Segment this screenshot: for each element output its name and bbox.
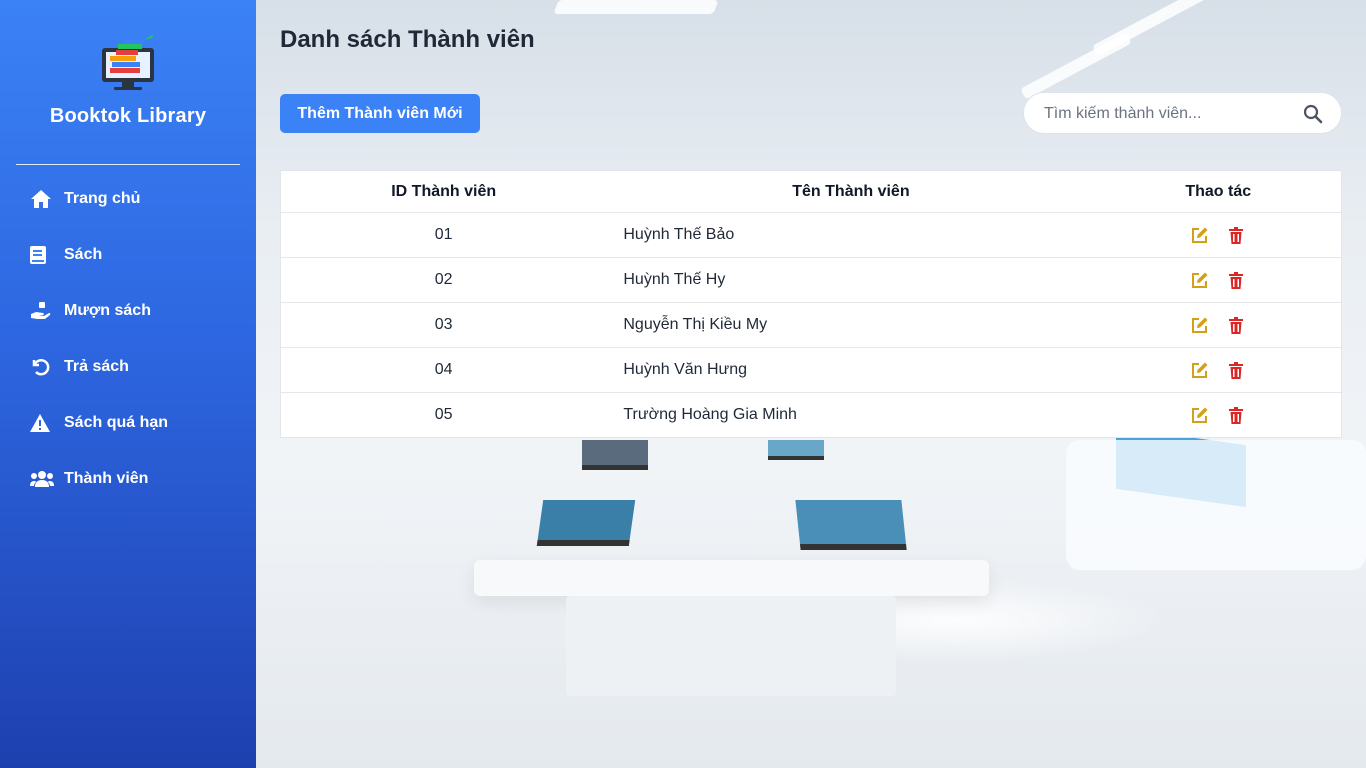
member-id: 04 — [434, 361, 453, 378]
delete-icon[interactable] — [1227, 406, 1245, 424]
member-id: 01 — [434, 226, 453, 243]
book-icon — [30, 245, 54, 265]
delete-icon[interactable] — [1227, 316, 1245, 334]
column-header-actions: Thao tác — [1185, 182, 1252, 200]
sidebar-item-label: Mượn sách — [64, 302, 151, 319]
background-book — [795, 500, 907, 550]
edit-icon[interactable] — [1191, 271, 1209, 289]
sidebar-item-members[interactable]: Thành viên — [0, 451, 256, 507]
sidebar-item-label: Thành viên — [64, 470, 149, 487]
background-book — [768, 440, 824, 460]
sidebar-item-overdue[interactable]: Sách quá hạn — [0, 395, 256, 451]
member-name: Huỳnh Văn Hưng — [623, 361, 748, 378]
delete-icon[interactable] — [1227, 271, 1245, 289]
table-row: 01 Huỳnh Thế Bảo — [281, 212, 1341, 257]
table-row: 02 Huỳnh Thế Hy — [281, 257, 1341, 302]
sidebar-nav: Trang chủ Sách Mượn sách Trả sách Sách q… — [0, 171, 256, 507]
background-table — [474, 560, 989, 596]
logo — [0, 30, 256, 94]
background-table-leg — [566, 596, 896, 696]
edit-icon[interactable] — [1191, 406, 1209, 424]
delete-icon[interactable] — [1227, 226, 1245, 244]
sidebar-item-label: Sách quá hạn — [64, 414, 169, 431]
background-book — [582, 440, 648, 470]
page-title: Danh sách Thành viên — [280, 26, 535, 53]
hand-holding-icon — [30, 301, 54, 321]
add-member-button[interactable]: Thêm Thành viên Mới — [280, 94, 480, 133]
members-table: ID Thành viên Tên Thành viên Thao tác 01… — [280, 170, 1342, 438]
column-header-id: ID Thành viên — [391, 182, 497, 200]
member-name: Huỳnh Thế Bảo — [623, 226, 735, 243]
member-name: Trường Hoàng Gia Minh — [623, 406, 797, 423]
sidebar-item-label: Sách — [64, 246, 103, 263]
sidebar: Booktok Library Trang chủ Sách Mượn sách… — [0, 0, 256, 768]
member-id: 03 — [434, 316, 453, 333]
search-icon[interactable] — [1303, 104, 1323, 124]
library-logo-icon — [102, 34, 154, 90]
background-ceiling-light — [553, 0, 719, 14]
edit-icon[interactable] — [1191, 361, 1209, 379]
table-row: 03 Nguyễn Thị Kiều My — [281, 302, 1341, 347]
sidebar-item-borrow[interactable]: Mượn sách — [0, 283, 256, 339]
background-ceiling-light — [1091, 0, 1231, 57]
main-content: Danh sách Thành viên Thêm Thành viên Mới… — [256, 0, 1366, 768]
home-icon — [30, 189, 54, 209]
table-row: 04 Huỳnh Văn Hưng — [281, 347, 1341, 392]
column-header-name: Tên Thành viên — [792, 182, 910, 200]
member-id: 02 — [434, 271, 453, 288]
warning-icon — [30, 413, 54, 433]
background-desk — [1066, 440, 1366, 570]
member-id: 05 — [434, 406, 453, 423]
brand-name: Booktok Library — [49, 105, 207, 127]
table-header: ID Thành viên Tên Thành viên Thao tác — [281, 171, 1341, 212]
delete-icon[interactable] — [1227, 361, 1245, 379]
member-name: Huỳnh Thế Hy — [623, 271, 726, 288]
search-box — [1023, 92, 1342, 134]
sidebar-item-home[interactable]: Trang chủ — [0, 171, 256, 227]
users-icon — [30, 469, 54, 489]
sidebar-item-label: Trả sách — [64, 358, 129, 375]
member-name: Nguyễn Thị Kiều My — [623, 316, 768, 333]
edit-icon[interactable] — [1191, 316, 1209, 334]
sidebar-item-return[interactable]: Trả sách — [0, 339, 256, 395]
sidebar-divider — [16, 164, 240, 165]
undo-icon — [30, 357, 54, 377]
sidebar-item-books[interactable]: Sách — [0, 227, 256, 283]
edit-icon[interactable] — [1191, 226, 1209, 244]
sidebar-item-label: Trang chủ — [64, 190, 141, 207]
background-book — [536, 500, 636, 546]
table-row: 05 Trường Hoàng Gia Minh — [281, 392, 1341, 437]
search-input[interactable] — [1044, 103, 1294, 125]
